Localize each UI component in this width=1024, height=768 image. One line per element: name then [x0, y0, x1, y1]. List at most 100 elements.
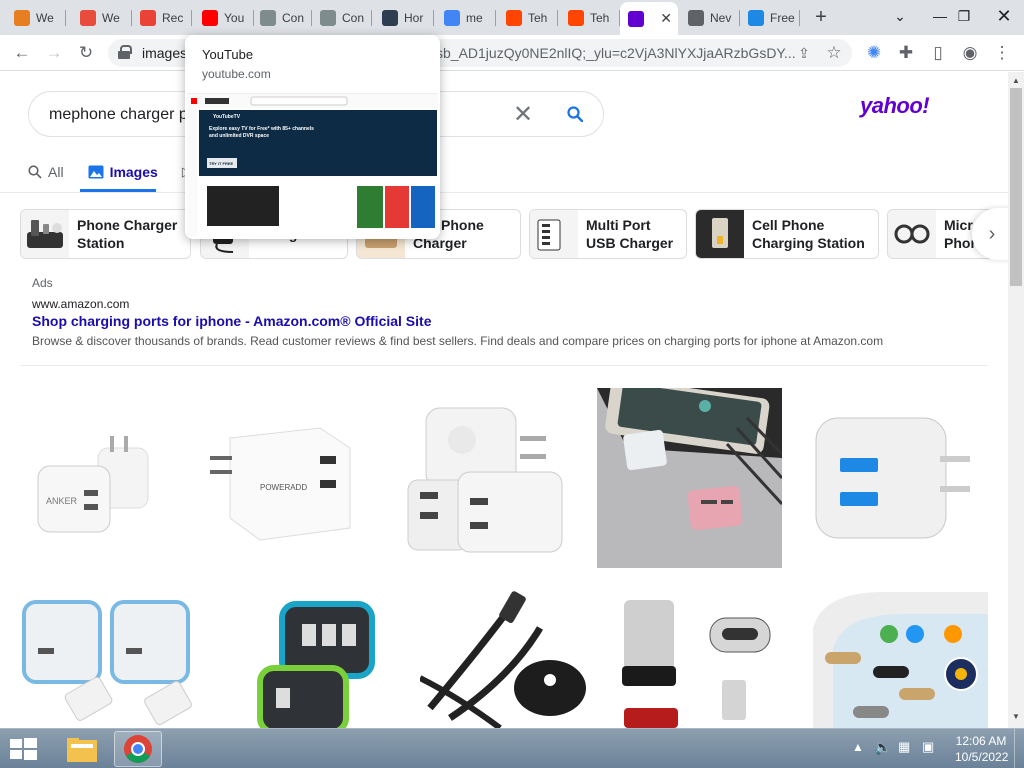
profile-avatar-icon[interactable]: ◉ [958, 41, 982, 65]
browser-tab[interactable]: Hor [374, 4, 434, 31]
result-image-blue-trim-chargers[interactable] [18, 588, 202, 728]
volume-muted-icon[interactable]: 🔈 [874, 739, 891, 768]
result-image-magnetic-tips[interactable] [610, 588, 785, 728]
tab-label: Rec [162, 10, 184, 25]
tab-label: Teh [528, 10, 548, 25]
chip-multi-port-usb-charger[interactable]: Multi Port USB Charger [529, 209, 687, 259]
browser-tab[interactable]: Rec [132, 4, 192, 31]
menu-kebab-icon[interactable]: ⋮ [990, 41, 1014, 65]
show-desktop-button[interactable] [1014, 729, 1024, 768]
tab-strip: We We Rec You Con Con Hor me Teh Teh ✕ Nev Free [0, 0, 1024, 35]
browser-tab[interactable]: We [6, 4, 66, 31]
chip-label: Multi Port USB Charger [586, 217, 674, 251]
browser-tab[interactable]: Con [252, 4, 312, 31]
photo-icon [80, 9, 96, 26]
result-image-black-cables[interactable] [420, 588, 592, 728]
forward-icon[interactable]: → [42, 41, 66, 65]
tab-search-icon[interactable]: ⌄ [880, 0, 920, 35]
network-icon[interactable]: ▦ [898, 739, 910, 768]
browser-tab[interactable]: ✕ [620, 2, 678, 35]
ad-url[interactable]: www.amazon.com [32, 297, 129, 311]
tab-label: Hor [404, 10, 424, 25]
hover-card-title: YouTube [202, 47, 254, 62]
yahoo-logo[interactable]: yahoo! [860, 93, 930, 119]
screen: We We Rec You Con Con Hor me Teh Teh ✕ Nev Free + ⌄ … [0, 0, 1024, 768]
lock-icon [118, 45, 132, 59]
close-window-icon[interactable]: ✕ [984, 0, 1024, 35]
share-icon[interactable]: ⇪ [792, 41, 816, 65]
ad-title-link[interactable]: Shop charging ports for iphone - Amazon.… [32, 313, 432, 329]
clear-search-icon[interactable]: ✕ [513, 100, 533, 129]
page-scrollbar[interactable]: ▲ ▼ [1008, 72, 1024, 728]
tab-label: me [466, 10, 483, 25]
result-image-blue-port-charger[interactable] [800, 388, 990, 568]
result-image-poweradd-charger[interactable]: POWERADD [200, 388, 380, 560]
filter-images[interactable]: Images [88, 164, 158, 180]
new-tab-button[interactable]: + [810, 6, 832, 28]
chip-thumbnail [696, 210, 744, 258]
divider [0, 192, 1008, 193]
owl-icon [320, 9, 336, 26]
filter-images-label: Images [109, 164, 158, 180]
preview-banner-text: Explore easy TV for Free* with 85+ chann… [209, 126, 314, 139]
scrollbar-thumb[interactable] [1010, 88, 1022, 286]
tab-separator [557, 10, 558, 26]
tray-overflow-icon[interactable]: ▲ [852, 740, 864, 768]
filter-all-label: All [48, 164, 64, 180]
fs-icon [748, 9, 764, 26]
chip-label: Cell Phone Charging Station [752, 217, 865, 251]
reddit-icon [506, 9, 522, 26]
extensions-puzzle-icon[interactable]: ✚ [894, 41, 918, 65]
side-panel-icon[interactable]: ▯ [926, 41, 950, 65]
chrome-icon [688, 9, 704, 26]
result-image-cube-chargers[interactable] [400, 388, 576, 560]
restore-icon[interactable]: ❐ [944, 0, 984, 35]
result-image-port-plugs[interactable] [803, 588, 988, 728]
close-tab-icon[interactable]: ✕ [660, 10, 672, 27]
tab-label: Free [770, 10, 795, 25]
result-image-car-charger-colors[interactable] [222, 588, 402, 728]
search-icon[interactable] [567, 106, 583, 122]
taskbar-clock[interactable]: 12:06 AM 10/5/2022 [955, 733, 1008, 765]
result-image-anker-charger[interactable]: ANKER [18, 388, 190, 560]
chrome-taskbar-icon[interactable] [114, 731, 162, 767]
poweradd-brand-text: POWERADD [260, 483, 307, 492]
windows-start-icon[interactable] [6, 735, 40, 763]
tab-label: Con [342, 10, 365, 25]
tab-label: You [224, 10, 245, 25]
file-explorer-icon[interactable] [58, 731, 106, 767]
tab-hover-card: YouTube youtube.com YouTubeTV Explore ea… [185, 35, 440, 239]
google-icon [444, 9, 460, 26]
address-rest: sb_AD1juzQy0NE2nlIQ;_ylu=c2VjA3NlYXJjaAR… [436, 45, 796, 61]
chip-label: Phone Charger Station [77, 217, 178, 251]
chip-thumbnail [21, 210, 69, 258]
preview-button: TRY IT FREE [209, 161, 234, 166]
scroll-down-icon[interactable]: ▼ [1012, 712, 1020, 721]
browser-tab[interactable]: We [72, 4, 132, 31]
chip-phone-charger-station[interactable]: Phone Charger Station [20, 209, 191, 259]
reload-icon[interactable]: ↻ [74, 41, 98, 65]
notification-icon[interactable]: ▣ [922, 739, 934, 768]
browser-tab[interactable]: Nev [680, 4, 740, 31]
extension-color-icon[interactable]: ✺ [862, 41, 886, 65]
ads-label: Ads [32, 276, 53, 290]
browser-tab[interactable]: Teh [498, 4, 558, 31]
chip-cell-phone-charging-station[interactable]: Cell Phone Charging Station [695, 209, 879, 259]
browser-tab[interactable]: Teh [560, 4, 620, 31]
filter-all[interactable]: All [28, 164, 64, 180]
bookmark-star-icon[interactable]: ☆ [822, 41, 846, 65]
browser-tab[interactable]: Con [312, 4, 372, 31]
browser-tab[interactable]: me [436, 4, 496, 31]
result-image-lightning-adapter[interactable] [597, 388, 782, 568]
address-prefix: images [142, 45, 188, 61]
back-icon[interactable]: ← [10, 41, 34, 65]
search-input[interactable]: mephone charger p [49, 106, 188, 124]
browser-tab[interactable]: You [194, 4, 254, 31]
scroll-up-icon[interactable]: ▲ [1012, 76, 1020, 85]
edit-icon [14, 9, 30, 26]
browser-tab[interactable]: Free [740, 4, 800, 31]
tab-separator [799, 10, 800, 26]
preview-brand: YouTubeTV [213, 114, 241, 120]
hover-card-domain: youtube.com [202, 67, 271, 81]
search-icon [28, 165, 42, 179]
